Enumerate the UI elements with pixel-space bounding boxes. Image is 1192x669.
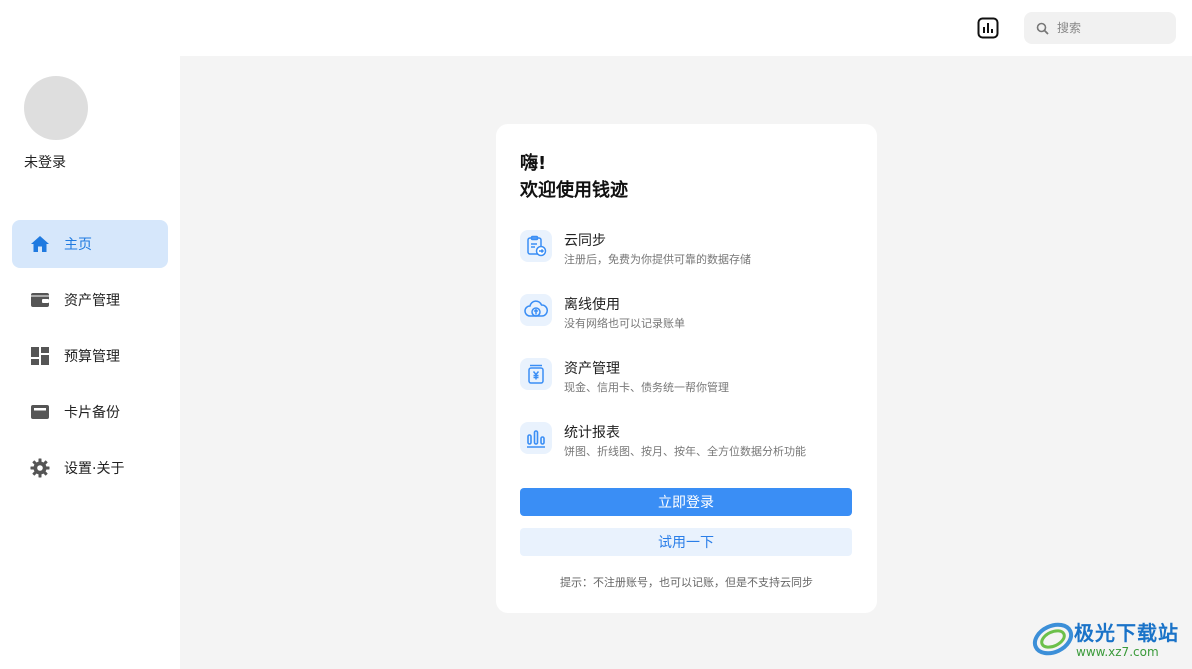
home-icon <box>30 234 50 254</box>
sidebar-item-home[interactable]: 主页 <box>12 220 168 268</box>
cloud-upload-icon <box>520 294 552 326</box>
bar-chart-icon <box>977 17 999 39</box>
welcome-heading: 嗨! 欢迎使用钱迹 <box>520 150 628 204</box>
feature-title: 资产管理 <box>564 361 620 377</box>
sidebar: 未登录 主页 资产管理 预算管理 卡片备份 设置·关于 <box>0 56 180 669</box>
watermark-url: www.xz7.com <box>1076 645 1159 659</box>
greeting-text: 嗨! <box>520 153 547 174</box>
dashboard-icon <box>30 346 50 366</box>
search-icon <box>1036 22 1049 35</box>
feature-item: 离线使用 没有网络也可以记录账单 <box>520 294 860 338</box>
watermark: 极光下载站 www.xz7.com <box>1030 615 1190 665</box>
bar-chart-icon <box>520 422 552 454</box>
sidebar-item-budget[interactable]: 预算管理 <box>12 332 168 380</box>
yuan-jar-icon <box>520 358 552 390</box>
top-bar <box>0 0 1192 56</box>
sidebar-item-label: 资产管理 <box>64 293 120 309</box>
feature-desc: 注册后，免费为你提供可靠的数据存储 <box>564 253 751 266</box>
sidebar-item-assets[interactable]: 资产管理 <box>12 276 168 324</box>
feature-title: 统计报表 <box>564 425 620 441</box>
sidebar-item-label: 主页 <box>64 237 92 253</box>
sidebar-item-label: 预算管理 <box>64 349 120 365</box>
wallet-icon <box>30 290 50 310</box>
sidebar-item-settings[interactable]: 设置·关于 <box>12 444 168 492</box>
welcome-subtitle: 欢迎使用钱迹 <box>520 180 628 201</box>
watermark-logo-icon <box>1032 622 1074 656</box>
sidebar-item-label: 卡片备份 <box>64 405 120 421</box>
welcome-card: 嗨! 欢迎使用钱迹 云同步 注册后，免费为你提供可靠的数据存储 离线使用 没有网… <box>496 124 877 613</box>
feature-desc: 现金、信用卡、债务统一帮你管理 <box>564 381 729 394</box>
login-status[interactable]: 未登录 <box>24 152 66 172</box>
feature-title: 离线使用 <box>564 297 620 313</box>
stats-button[interactable] <box>976 16 1000 40</box>
search-box[interactable] <box>1024 12 1176 44</box>
feature-desc: 饼图、折线图、按月、按年、全方位数据分析功能 <box>564 445 806 458</box>
login-button[interactable]: 立即登录 <box>520 488 852 516</box>
sidebar-item-card-backup[interactable]: 卡片备份 <box>12 388 168 436</box>
avatar[interactable] <box>24 76 88 140</box>
watermark-title: 极光下载站 <box>1074 621 1179 645</box>
try-button[interactable]: 试用一下 <box>520 528 852 556</box>
hint-text: 提示：不注册账号，也可以记账，但是不支持云同步 <box>560 576 813 589</box>
feature-desc: 没有网络也可以记录账单 <box>564 317 685 330</box>
feature-item: 统计报表 饼图、折线图、按月、按年、全方位数据分析功能 <box>520 422 860 466</box>
gear-icon <box>30 458 50 478</box>
feature-item: 资产管理 现金、信用卡、债务统一帮你管理 <box>520 358 860 402</box>
card-icon <box>30 402 50 422</box>
sidebar-item-label: 设置·关于 <box>64 461 125 477</box>
feature-item: 云同步 注册后，免费为你提供可靠的数据存储 <box>520 230 860 274</box>
search-input[interactable] <box>1055 20 1169 36</box>
feature-title: 云同步 <box>564 233 606 249</box>
clipboard-sync-icon <box>520 230 552 262</box>
